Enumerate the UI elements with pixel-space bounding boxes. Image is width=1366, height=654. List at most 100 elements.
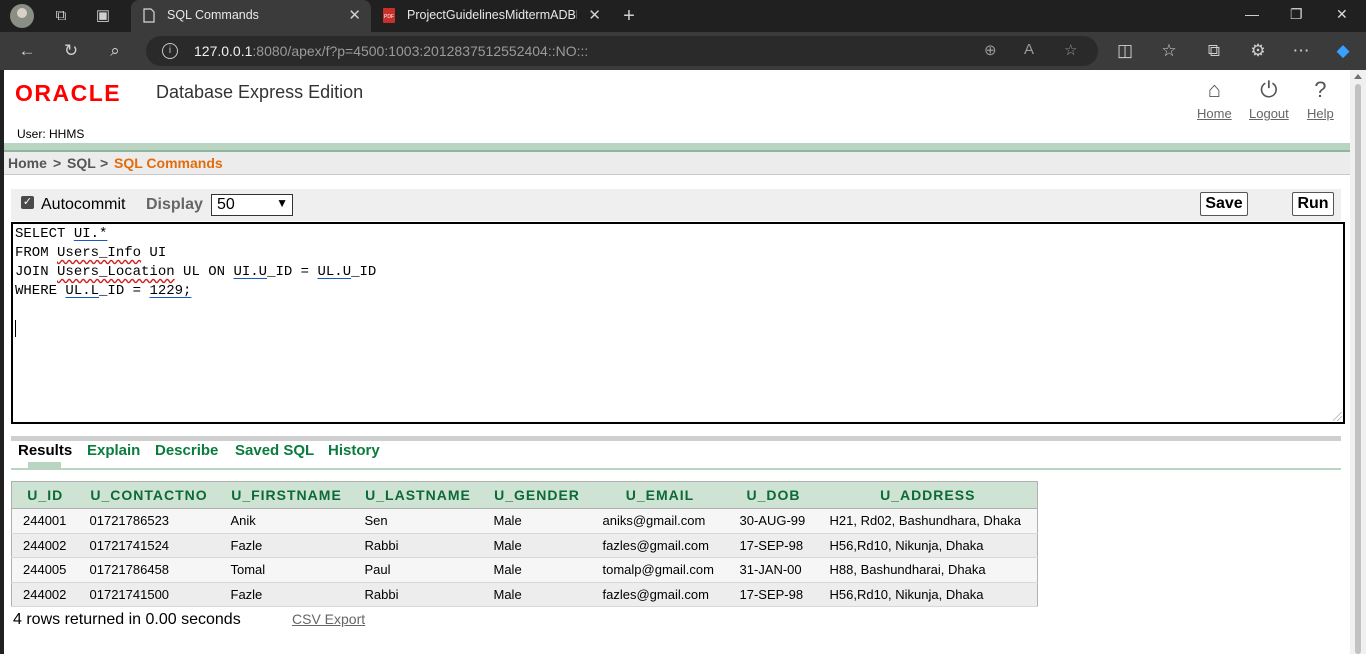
workspaces-icon[interactable]: ⧉ [52, 7, 70, 25]
table-cell: Anik [219, 508, 354, 534]
back-icon[interactable]: ← [16, 40, 38, 62]
table-cell: 244002 [11, 582, 79, 607]
close-icon[interactable]: ✕ [588, 6, 601, 24]
url-field[interactable]: i 127.0.0.1:8080/apex/f?p=4500:1003:2012… [146, 36, 1098, 66]
table-cell: H56,Rd10, Nikunja, Dhaka [818, 533, 1038, 558]
search-icon[interactable]: ⌕ [104, 40, 126, 62]
tab-title: SQL Commands [167, 8, 259, 22]
svg-text:PDF: PDF [384, 14, 394, 20]
tab-sql-commands[interactable]: SQL Commands ✕ [131, 0, 371, 32]
table-cell: 01721786458 [78, 557, 220, 583]
split-screen-icon[interactable]: ◫ [1114, 40, 1136, 62]
maximize-icon[interactable]: ❐ [1290, 6, 1303, 23]
collections-icon[interactable]: ⧉ [1203, 40, 1225, 62]
table-cell: Fazle [219, 533, 354, 558]
table-row: 244002 01721741524 Fazle Rabbi Male fazl… [11, 533, 1038, 558]
table-cell: 01721741524 [78, 533, 220, 558]
copilot-icon[interactable]: ◆ [1332, 40, 1354, 62]
breadcrumb-home[interactable]: Home [8, 155, 47, 171]
tab-title: ProjectGuidelinesMidtermADBMS [407, 8, 577, 22]
close-icon[interactable]: ✕ [348, 6, 361, 24]
home-link[interactable]: ⌂ Home [1197, 78, 1232, 122]
table-cell: Rabbi [353, 582, 483, 607]
info-icon[interactable]: i [162, 43, 178, 59]
tab-describe[interactable]: Describe [155, 442, 218, 459]
chevron-down-icon: ▼ [276, 196, 288, 210]
table-cell: Male [482, 533, 592, 558]
sql-editor[interactable]: SELECT UI.* FROM Users_Info UI JOIN User… [11, 222, 1345, 424]
window-close-icon[interactable]: ✕ [1336, 6, 1348, 23]
table-cell: Male [482, 557, 592, 583]
breadcrumb-separator: > [100, 155, 109, 171]
favorites-icon[interactable]: ☆ [1158, 40, 1180, 62]
new-tab-icon[interactable]: + [620, 6, 638, 26]
table-cell: Tomal [219, 557, 354, 583]
tab-saved-sql[interactable]: Saved SQL [235, 442, 314, 459]
table-row: 244002 01721741500 Fazle Rabbi Male fazl… [11, 582, 1038, 607]
favorite-icon[interactable]: ☆ [1064, 41, 1077, 59]
more-icon[interactable]: ⋯ [1290, 40, 1312, 62]
address-bar-row: ← ↻ ⌕ i 127.0.0.1:8080/apex/f?p=4500:100… [0, 32, 1366, 70]
table-row: 244001 01721786523 Anik Sen Male aniks@g… [11, 508, 1038, 534]
autocommit-checkbox[interactable]: ✓ [21, 196, 34, 209]
rows-summary: 4 rows returned in 0.00 seconds [13, 611, 241, 628]
page-icon [143, 8, 155, 23]
column-header: U_GENDER [482, 481, 592, 509]
table-cell: 17-SEP-98 [728, 533, 819, 558]
breadcrumb-current: SQL Commands [114, 155, 223, 171]
product-title: Database Express Edition [156, 82, 364, 102]
table-cell: Male [482, 582, 592, 607]
table-cell: 244002 [11, 533, 79, 558]
sql-token: UI.U [233, 264, 268, 280]
power-icon: ⏻ [1260, 77, 1278, 102]
zoom-icon[interactable]: ⊕ [984, 41, 997, 59]
header-divider [4, 143, 1350, 152]
table-header-row: U_ID U_CONTACTNO U_FIRSTNAME U_LASTNAME … [11, 481, 1038, 509]
help-link[interactable]: ? Help [1307, 77, 1334, 122]
scroll-up-icon[interactable] [1354, 74, 1362, 79]
tab-results[interactable]: Results [18, 442, 72, 459]
table-cell: H56,Rd10, Nikunja, Dhaka [818, 582, 1038, 607]
column-header: U_LASTNAME [353, 481, 483, 509]
tab-project-guidelines[interactable]: PDF ProjectGuidelinesMidtermADBMS ✕ [371, 0, 611, 32]
logout-link[interactable]: ⏻ Logout [1249, 77, 1289, 122]
sql-toolbar: ✓ Autocommit Display 50 ▼ Save Run [11, 189, 1341, 221]
apex-page: ORACLE Database Express Edition ⌂ Home ⏻… [4, 70, 1350, 654]
column-header: U_EMAIL [591, 481, 729, 509]
oracle-logo: ORACLE [15, 80, 122, 106]
tab-underline [11, 468, 1341, 470]
breadcrumb: Home > SQL > SQL Commands [4, 152, 1350, 175]
run-button[interactable]: Run [1292, 192, 1334, 216]
resize-grip-icon[interactable] [1333, 412, 1342, 421]
table-cell: H88, Bashundharai, Dhaka [818, 557, 1038, 583]
extensions-icon[interactable]: ⚙ [1247, 40, 1269, 62]
profile-avatar[interactable] [10, 4, 34, 28]
table-cell: 17-SEP-98 [728, 582, 819, 607]
sql-token: UL.U [317, 264, 352, 280]
display-select[interactable]: 50 ▼ [211, 194, 293, 216]
scrollbar-thumb[interactable] [1355, 84, 1361, 654]
sql-line: WHERE UL.L_ID = 1229; [15, 283, 192, 299]
help-icon: ? [1314, 77, 1327, 102]
save-button[interactable]: Save [1200, 192, 1248, 216]
table-cell: aniks@gmail.com [591, 508, 729, 534]
tab-history[interactable]: History [328, 442, 380, 459]
column-header: U_FIRSTNAME [219, 481, 354, 509]
tab-explain[interactable]: Explain [87, 442, 140, 459]
display-label: Display [146, 196, 203, 213]
breadcrumb-sql[interactable]: SQL [67, 155, 96, 171]
sql-line: SELECT UI.* [15, 226, 108, 242]
table-cell: 01721786523 [78, 508, 220, 534]
results-divider [11, 436, 1341, 441]
table-cell: fazles@gmail.com [591, 533, 729, 558]
read-aloud-icon[interactable]: A [1024, 41, 1034, 58]
table-cell: 30-AUG-99 [728, 508, 819, 534]
refresh-icon[interactable]: ↻ [60, 40, 82, 62]
tab-actions-icon[interactable]: ▣ [94, 7, 112, 25]
csv-export-link[interactable]: CSV Export [292, 611, 365, 627]
minimize-icon[interactable]: — [1245, 6, 1259, 22]
table-cell: Male [482, 508, 592, 534]
table-cell: Paul [353, 557, 483, 583]
page-scrollbar[interactable] [1350, 70, 1366, 654]
table-cell: H21, Rd02, Bashundhara, Dhaka [818, 508, 1038, 534]
